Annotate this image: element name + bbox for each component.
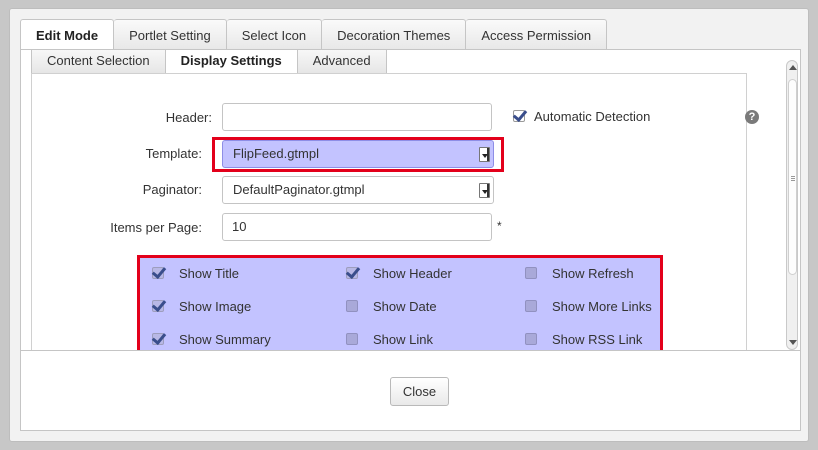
close-button[interactable]: Close xyxy=(390,377,449,406)
paginator-select-value: DefaultPaginator.gtmpl xyxy=(233,182,365,197)
tab-edit-mode[interactable]: Edit Mode xyxy=(20,19,115,50)
show-more-links-checkbox[interactable] xyxy=(525,300,537,312)
dialog-footer: Close xyxy=(20,351,801,431)
tab-content-selection[interactable]: Content Selection xyxy=(31,50,166,74)
show-summary-label: Show Summary xyxy=(179,332,271,347)
show-link-checkbox[interactable] xyxy=(346,333,358,345)
tab-portlet-setting[interactable]: Portlet Setting xyxy=(114,19,227,50)
show-refresh-label: Show Refresh xyxy=(552,266,634,281)
automatic-detection-label: Automatic Detection xyxy=(534,109,651,124)
paginator-select[interactable]: DefaultPaginator.gtmpl xyxy=(222,176,494,204)
tab-display-settings[interactable]: Display Settings xyxy=(165,50,298,74)
scroll-up-icon[interactable] xyxy=(789,65,797,70)
sub-tabs: Content Selection Display Settings Advan… xyxy=(31,50,387,74)
template-select-value: FlipFeed.gtmpl xyxy=(233,146,319,161)
show-header-checkbox[interactable] xyxy=(346,267,358,279)
show-title-label: Show Title xyxy=(179,266,239,281)
content-frame: Content Selection Display Settings Advan… xyxy=(20,49,801,351)
show-link-label: Show Link xyxy=(373,332,433,347)
show-title-checkbox[interactable] xyxy=(152,267,164,279)
chevron-down-icon xyxy=(479,147,490,162)
show-date-checkbox[interactable] xyxy=(346,300,358,312)
show-image-checkbox[interactable] xyxy=(152,300,164,312)
tab-decoration-themes[interactable]: Decoration Themes xyxy=(322,19,467,50)
show-rss-link-checkbox[interactable] xyxy=(525,333,537,345)
template-select[interactable]: FlipFeed.gtmpl xyxy=(222,140,494,168)
tab-select-icon[interactable]: Select Icon xyxy=(226,19,323,50)
paginator-label: Paginator: xyxy=(142,182,202,197)
template-label: Template: xyxy=(145,146,202,161)
header-input[interactable] xyxy=(222,103,492,131)
grip-icon xyxy=(791,176,795,177)
show-refresh-checkbox[interactable] xyxy=(525,267,537,279)
show-rss-link-label: Show RSS Link xyxy=(552,332,643,347)
header-label: Header: xyxy=(165,110,212,125)
chevron-down-icon xyxy=(479,183,490,198)
scroll-thumb[interactable] xyxy=(788,79,797,275)
show-more-links-label: Show More Links xyxy=(552,299,652,314)
automatic-detection-checkbox[interactable] xyxy=(513,110,525,122)
tab-advanced[interactable]: Advanced xyxy=(297,50,387,74)
show-summary-checkbox[interactable] xyxy=(152,333,164,345)
portlet-dialog: Edit Mode Portlet Setting Select Icon De… xyxy=(9,8,809,442)
scroll-down-icon[interactable] xyxy=(789,340,797,345)
vertical-scrollbar[interactable] xyxy=(786,60,798,350)
help-icon[interactable]: ? xyxy=(745,110,759,124)
show-header-label: Show Header xyxy=(373,266,452,281)
main-tabs: Edit Mode Portlet Setting Select Icon De… xyxy=(20,19,608,50)
items-per-page-label: Items per Page: xyxy=(110,220,202,235)
show-image-label: Show Image xyxy=(179,299,252,314)
tab-access-permission[interactable]: Access Permission xyxy=(466,19,608,50)
display-settings-panel: Header: Automatic Detection ? Template: … xyxy=(31,73,759,350)
show-date-label: Show Date xyxy=(373,299,437,314)
items-per-page-input[interactable]: 10 xyxy=(222,213,492,241)
required-mark: * xyxy=(497,219,502,233)
